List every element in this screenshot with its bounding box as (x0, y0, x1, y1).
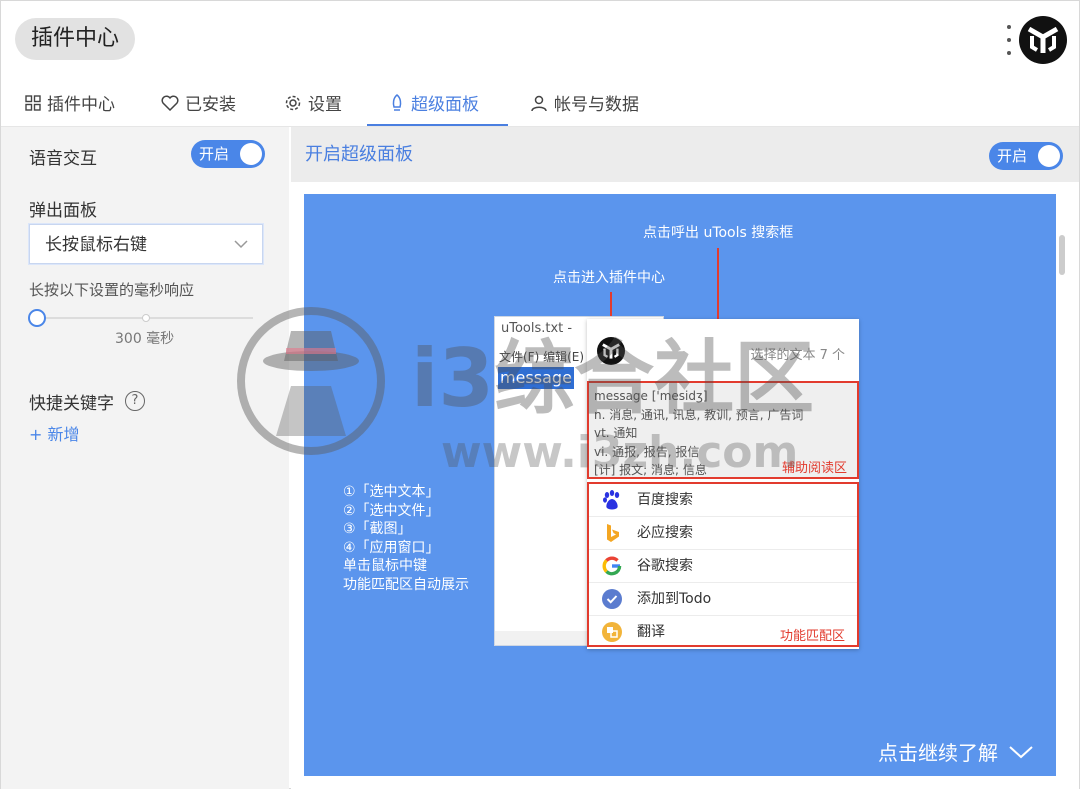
function-item-bing[interactable]: 必应搜索 (589, 517, 857, 550)
step-line: ②「选中文件」 (343, 502, 440, 519)
gear-icon (285, 95, 301, 110)
dict-line: message ['mesidʒ] (594, 389, 708, 403)
chevron-down-icon (1009, 745, 1033, 758)
function-name: 必应搜索 (637, 525, 693, 541)
delay-slider-knob[interactable] (28, 309, 46, 327)
main-content: 开启超级面板 开启 点击呼出 uTools 搜索框 点击进入插件中心 uTool… (291, 127, 1079, 789)
select-value: 长按鼠标右键 (45, 235, 147, 255)
voice-interaction-label: 语音交互 (29, 149, 97, 169)
notepad-title: uTools.txt - (501, 321, 573, 336)
tab-installed[interactable]: 已安装 (161, 79, 236, 126)
function-name: 添加到Todo (637, 591, 712, 607)
function-name: 百度搜索 (637, 492, 693, 508)
popup-trigger-select[interactable]: 长按鼠标右键 (29, 224, 263, 264)
step-line: 功能匹配区自动展示 (343, 576, 469, 593)
plugin-center-annotation: 点击进入插件中心 (553, 270, 665, 286)
intro-banner: 点击呼出 uTools 搜索框 点击进入插件中心 uTools.txt - 文件… (304, 194, 1056, 776)
toggle-text: 开启 (199, 145, 230, 163)
step-line: ④「应用窗口」 (343, 539, 440, 556)
content-header: 开启超级面板 开启 (291, 127, 1079, 182)
google-icon (602, 556, 622, 576)
step-line: 单击鼠标中键 (343, 558, 427, 575)
popup-panel-label: 弹出面板 (29, 201, 97, 221)
add-keyword-button[interactable]: + 新增 (29, 421, 80, 445)
tab-super-panel[interactable]: 超级面板 (389, 79, 479, 126)
notepad-menu: 文件(F) 编辑(E) (499, 350, 585, 364)
app-window: 插件中心 插件中心 已安装 设置 超级面板 帐号与数据 语音交互 开启 弹出面板… (0, 0, 1080, 789)
step-line: ①「选中文本」 (343, 484, 440, 500)
chevron-down-icon (234, 240, 248, 249)
bing-icon (607, 524, 619, 542)
function-item-google[interactable]: 谷歌搜索 (589, 550, 857, 583)
tab-label: 帐号与数据 (554, 95, 639, 115)
page-title: 插件中心 (15, 18, 136, 60)
learn-more-text: 点击继续了解 (878, 741, 998, 765)
search-box-annotation: 点击呼出 uTools 搜索框 (643, 225, 794, 241)
heart-icon (161, 95, 179, 111)
header: 插件中心 (1, 1, 1079, 79)
selected-text-count: 选择的文本 7 个 (750, 348, 845, 363)
utools-logo-icon (597, 337, 625, 365)
content-scrollbar[interactable] (1059, 235, 1065, 275)
active-tab-indicator (367, 124, 508, 126)
super-panel-toggle[interactable]: 开启 (989, 142, 1063, 170)
tab-label: 设置 (308, 95, 342, 115)
rocket-icon (392, 93, 402, 111)
toggle-text: 开启 (997, 147, 1028, 165)
function-zone-label: 功能匹配区 (780, 629, 846, 644)
delay-slider-mark (142, 314, 150, 322)
translate-icon (602, 622, 622, 642)
dict-line: vt. 通知 (594, 426, 638, 441)
toggle-knob (240, 143, 262, 165)
selected-text: message (498, 367, 574, 389)
sidebar: 语音交互 开启 弹出面板 长按鼠标右键 长按以下设置的毫秒响应 300 毫秒 快… (1, 127, 289, 789)
reading-assist-zone: message ['mesidʒ] n. 消息, 通讯, 讯息, 教训, 预言,… (587, 381, 859, 479)
baidu-icon (603, 490, 620, 510)
function-item-todo[interactable]: 添加到Todo (589, 583, 857, 616)
grid-icon (25, 94, 41, 111)
more-menu-button[interactable] (1005, 25, 1013, 55)
tab-settings[interactable]: 设置 (284, 79, 342, 126)
user-icon (531, 95, 547, 111)
trigger-steps: ①「选中文本」 ②「选中文件」 ③「截图」 ④「应用窗口」 单击鼠标中键 功能匹… (343, 483, 469, 595)
function-name: 谷歌搜索 (637, 558, 693, 574)
hold-delay-hint: 长按以下设置的毫秒响应 (29, 281, 195, 299)
reading-zone-label: 辅助阅读区 (782, 461, 848, 476)
check-circle-icon (602, 589, 622, 609)
function-item-baidu[interactable]: 百度搜索 (589, 484, 857, 517)
utools-logo-icon[interactable] (1019, 16, 1067, 64)
super-panel-demo: 选择的文本 7 个 message ['mesidʒ] n. 消息, 通讯, 讯… (587, 319, 859, 649)
learn-more-link[interactable]: 点击继续了解 (878, 737, 1034, 766)
tab-plugin-center[interactable]: 插件中心 (25, 79, 115, 126)
panel-top-bar: 选择的文本 7 个 (587, 319, 859, 381)
help-icon[interactable]: ? (125, 391, 145, 411)
function-match-zone: 百度搜索 必应搜索 谷歌搜索 添加到Todo 翻译 功能匹配区 (587, 482, 859, 647)
tab-bar: 插件中心 已安装 设置 超级面板 帐号与数据 (1, 79, 1079, 127)
function-name: 翻译 (637, 624, 665, 640)
toggle-knob (1038, 145, 1060, 167)
super-panel-title: 开启超级面板 (305, 144, 413, 165)
delay-slider-value: 300 毫秒 (115, 331, 175, 347)
tab-account-data[interactable]: 帐号与数据 (530, 79, 639, 126)
shortcut-keyword-label: 快捷关键字 (29, 394, 114, 414)
tab-label: 已安装 (185, 95, 236, 115)
step-line: ③「截图」 (343, 521, 412, 538)
tab-label: 插件中心 (47, 95, 115, 115)
voice-interaction-toggle[interactable]: 开启 (191, 140, 265, 168)
dict-line: n. 消息, 通讯, 讯息, 教训, 预言, 广告词 (594, 407, 804, 422)
tab-label: 超级面板 (411, 95, 479, 115)
